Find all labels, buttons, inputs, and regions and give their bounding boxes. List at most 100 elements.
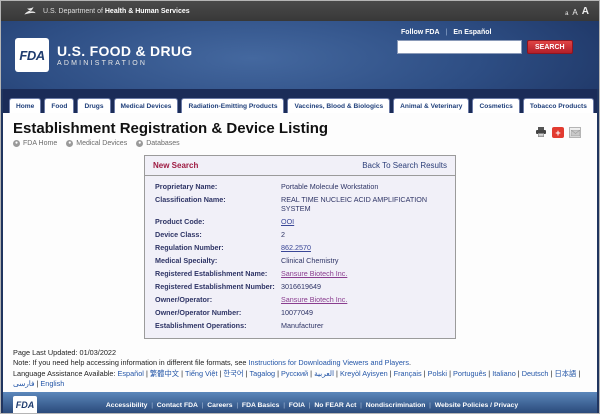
breadcrumb-label: Databases bbox=[146, 140, 179, 147]
breadcrumb-item[interactable]: ● FDA Home bbox=[13, 140, 57, 147]
panel-body: Proprietary Name: Portable Molecule Work… bbox=[145, 176, 455, 338]
breadcrumb-label: FDA Home bbox=[23, 140, 57, 147]
footer-link[interactable]: Careers bbox=[207, 402, 242, 409]
fda-page: U.S. Department of Health & Human Servic… bbox=[0, 0, 600, 414]
record-field-value: REAL TIME NUCLEIC ACID AMPLIFICATION SYS… bbox=[281, 195, 447, 213]
nav-tab[interactable]: Drugs bbox=[77, 98, 110, 113]
language-link[interactable]: Español bbox=[118, 369, 150, 378]
device-record-panel: New Search Back To Search Results Propri… bbox=[144, 155, 456, 339]
language-link[interactable]: العربية bbox=[314, 369, 340, 378]
nav-tab[interactable]: Medical Devices bbox=[114, 98, 179, 113]
footer-link[interactable]: No FEAR Act bbox=[314, 402, 365, 409]
record-field-label: Proprietary Name: bbox=[155, 182, 281, 191]
record-field-label: Regulation Number: bbox=[155, 243, 281, 252]
record-row: Registered Establishment Name: Sansure B… bbox=[155, 267, 447, 280]
language-link[interactable]: 日本語 bbox=[554, 369, 580, 378]
banner-link-separator: | bbox=[446, 29, 448, 36]
footer-link[interactable]: FDA Basics bbox=[242, 402, 289, 409]
page-title: Establishment Registration & Device List… bbox=[13, 120, 587, 137]
font-size-medium-button[interactable]: A bbox=[572, 8, 577, 17]
nav-tab[interactable]: Vaccines, Blood & Biologics bbox=[287, 98, 390, 113]
language-link[interactable]: Français bbox=[394, 369, 428, 378]
main-content: Establishment Registration & Device List… bbox=[3, 113, 597, 339]
footer-link[interactable]: Contact FDA bbox=[157, 402, 208, 409]
fda-logo[interactable]: FDA bbox=[15, 38, 49, 72]
footer-link[interactable]: Website Policies / Privacy bbox=[435, 402, 518, 409]
breadcrumb-label: Medical Devices bbox=[76, 140, 127, 147]
panel-header: New Search Back To Search Results bbox=[145, 156, 455, 176]
record-field-value: OOI bbox=[281, 217, 447, 226]
follow-fda-link[interactable]: Follow FDA bbox=[401, 29, 440, 36]
language-link[interactable]: Português bbox=[453, 369, 492, 378]
language-link[interactable]: Tiếng Việt bbox=[185, 369, 223, 378]
record-field-label: Classification Name: bbox=[155, 195, 281, 213]
record-field-value: Manufacturer bbox=[281, 321, 447, 330]
breadcrumb-bullet-icon: ● bbox=[136, 140, 143, 147]
share-icon[interactable]: + bbox=[552, 127, 564, 138]
footer-link[interactable]: FOIA bbox=[289, 402, 315, 409]
record-field-value: 10077049 bbox=[281, 308, 447, 317]
record-field-value: Sansure Biotech Inc. bbox=[281, 269, 447, 278]
record-row: Registered Establishment Number: 3016619… bbox=[155, 280, 447, 293]
footer-link[interactable]: Nondiscrimination bbox=[366, 402, 435, 409]
breadcrumb-item[interactable]: ● Medical Devices bbox=[66, 140, 127, 147]
fda-banner: FDA U.S. FOOD & DRUG ADMINISTRATION Foll… bbox=[1, 21, 599, 89]
language-link[interactable]: Deutsch bbox=[522, 369, 555, 378]
hhs-eagle-icon bbox=[23, 5, 37, 17]
back-to-search-results-link[interactable]: Back To Search Results bbox=[362, 161, 447, 170]
record-field-value: Portable Molecule Workstation bbox=[281, 182, 447, 191]
nav-tab[interactable]: Home bbox=[9, 98, 41, 113]
breadcrumb-bullet-icon: ● bbox=[13, 140, 20, 147]
footer-fda-logo[interactable]: FDA bbox=[13, 396, 37, 414]
record-field-value: 2 bbox=[281, 230, 447, 239]
font-size-large-button[interactable]: A bbox=[582, 6, 589, 17]
breadcrumb-item[interactable]: ● Databases bbox=[136, 140, 179, 147]
record-field-value: Clinical Chemistry bbox=[281, 256, 447, 265]
search-input[interactable] bbox=[397, 40, 522, 54]
nav-tab[interactable]: Food bbox=[44, 98, 74, 113]
language-link[interactable]: Kreyòl Ayisyen bbox=[340, 369, 394, 378]
hhs-top-bar: U.S. Department of Health & Human Servic… bbox=[1, 1, 599, 21]
search-button[interactable]: SEARCH bbox=[527, 40, 573, 54]
record-field-label: Establishment Operations: bbox=[155, 321, 281, 330]
nav-tab[interactable]: Tobacco Products bbox=[523, 98, 594, 113]
record-row: Device Class: 2 bbox=[155, 228, 447, 241]
language-link[interactable]: 繁體中文 bbox=[150, 369, 185, 378]
breadcrumb-bullet-icon: ● bbox=[66, 140, 73, 147]
font-size-controls: a A A bbox=[565, 6, 589, 17]
record-field-value: Sansure Biotech Inc. bbox=[281, 295, 447, 304]
record-field-label: Medical Specialty: bbox=[155, 256, 281, 265]
fda-title-line2: ADMINISTRATION bbox=[57, 60, 192, 67]
record-row: Medical Specialty: Clinical Chemistry bbox=[155, 254, 447, 267]
language-link[interactable]: Русский bbox=[281, 369, 314, 378]
en-espanol-link[interactable]: En Español bbox=[453, 29, 491, 36]
fda-banner-title: U.S. FOOD & DRUG ADMINISTRATION bbox=[57, 43, 192, 67]
record-row: Owner/Operator: Sansure Biotech Inc. bbox=[155, 293, 447, 306]
record-row: Regulation Number: 862.2570 bbox=[155, 241, 447, 254]
banner-right-tools: Follow FDA | En Español SEARCH bbox=[397, 29, 577, 54]
language-link[interactable]: فارسی bbox=[13, 379, 40, 388]
record-field-value: 862.2570 bbox=[281, 243, 447, 252]
record-row: Product Code: OOI bbox=[155, 215, 447, 228]
language-link[interactable]: Polski bbox=[428, 369, 453, 378]
nav-tab[interactable]: Cosmetics bbox=[472, 98, 519, 113]
language-link[interactable]: English bbox=[40, 379, 64, 388]
language-link[interactable]: 한국어 bbox=[223, 369, 249, 378]
fda-title-line1: U.S. FOOD & DRUG bbox=[57, 43, 192, 59]
font-size-small-button[interactable]: a bbox=[565, 11, 568, 17]
record-field-label: Product Code: bbox=[155, 217, 281, 226]
language-assistance: Language Assistance Available: Español繁體… bbox=[13, 369, 587, 389]
footer-link[interactable]: Accessibility bbox=[106, 402, 157, 409]
downloading-viewers-link[interactable]: Instructions for Downloading Viewers and… bbox=[249, 358, 409, 367]
record-field-label: Owner/Operator: bbox=[155, 295, 281, 304]
nav-tab[interactable]: Animal & Veterinary bbox=[393, 98, 469, 113]
new-search-link[interactable]: New Search bbox=[153, 161, 198, 170]
language-link[interactable]: Tagalog bbox=[250, 369, 282, 378]
footer-bar: FDA AccessibilityContact FDACareersFDA B… bbox=[3, 392, 597, 414]
record-field-label: Registered Establishment Name: bbox=[155, 269, 281, 278]
print-icon[interactable] bbox=[535, 127, 547, 138]
record-row: Establishment Operations: Manufacturer bbox=[155, 319, 447, 332]
nav-tab[interactable]: Radiation-Emitting Products bbox=[181, 98, 284, 113]
language-link[interactable]: Italiano bbox=[492, 369, 521, 378]
email-icon[interactable] bbox=[569, 127, 581, 138]
